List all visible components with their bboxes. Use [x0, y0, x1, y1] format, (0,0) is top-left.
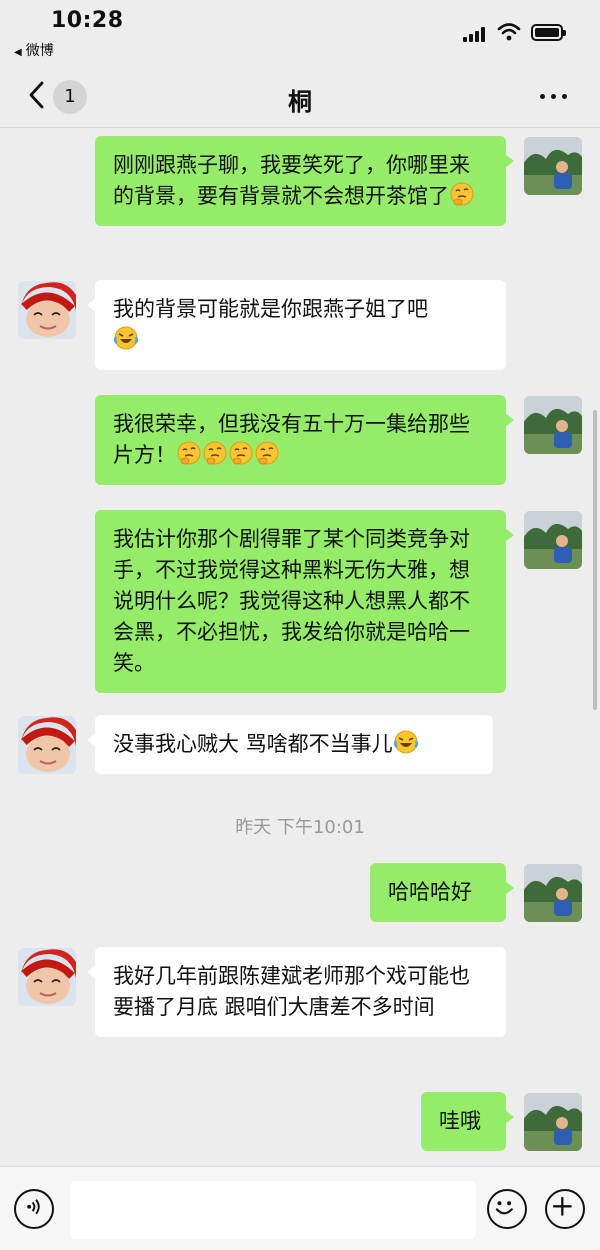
my-avatar[interactable]	[524, 511, 582, 569]
crying-laughing-emoji-icon	[113, 325, 139, 351]
message-text: 刚刚跟燕子聊，我要笑死了，你哪里来的背景，要有背景就不会想开茶馆了	[113, 153, 470, 208]
message-input[interactable]	[70, 1181, 476, 1239]
crying-laughing-emoji-icon	[393, 729, 418, 755]
message-text: 哇哦	[439, 1109, 481, 1133]
back-to-app-link[interactable]: ◀ 微博	[14, 40, 54, 60]
scroll-indicator[interactable]	[593, 410, 597, 710]
message-text: 没事我心贼大 骂啥都不当事儿	[113, 732, 393, 756]
message-text: 我的背景可能就是你跟燕子姐了吧	[113, 297, 428, 321]
my-avatar[interactable]	[524, 1093, 582, 1151]
wifi-icon	[497, 23, 521, 41]
back-triangle-icon: ◀	[14, 47, 22, 58]
plus-icon[interactable]	[545, 1189, 585, 1229]
my-avatar[interactable]	[524, 396, 582, 454]
battery-icon	[531, 24, 566, 41]
message-bubble-sent[interactable]: 我很荣幸，但我没有五十万一集给那些片方！	[95, 395, 514, 485]
thinking-emoji-icon	[203, 441, 227, 465]
message-bubble-received[interactable]: 没事我心贼大 骂啥都不当事儿	[87, 715, 493, 774]
message-text: 我好几年前跟陈建斌老师那个戏可能也要播了月底 跟咱们大唐差不多时间	[113, 964, 470, 1019]
contact-avatar[interactable]	[18, 948, 76, 1006]
message-timestamp: 昨天 下午10:01	[235, 817, 365, 838]
message-bubble-received[interactable]: 我好几年前跟陈建斌老师那个戏可能也要播了月底 跟咱们大唐差不多时间	[87, 947, 506, 1037]
input-bar	[0, 1166, 600, 1250]
thinking-emoji-icon	[229, 441, 253, 465]
message-text: 我估计你那个剧得罪了某个同类竞争对手，不过我觉得这种黑料无伤大雅，想说明什么呢？…	[113, 527, 470, 675]
more-icon[interactable]	[540, 94, 568, 100]
chat-header: 1 桐	[0, 62, 600, 128]
message-bubble-sent[interactable]: 刚刚跟燕子聊，我要笑死了，你哪里来的背景，要有背景就不会想开茶馆了	[95, 136, 514, 226]
cellular-signal-icon	[463, 26, 489, 42]
message-bubble-sent[interactable]: 哈哈哈好	[370, 863, 514, 922]
thinking-emoji-icon	[177, 441, 201, 465]
back-app-label: 微博	[25, 43, 54, 59]
my-avatar[interactable]	[524, 864, 582, 922]
status-bar: 10:28 ◀ 微博	[0, 0, 600, 62]
my-avatar[interactable]	[524, 137, 582, 195]
emoji-icon[interactable]	[487, 1189, 527, 1229]
contact-avatar[interactable]	[18, 281, 76, 339]
thinking-emoji-icon	[450, 182, 474, 206]
thinking-emoji-icon	[255, 441, 279, 465]
message-bubble-received[interactable]: 我的背景可能就是你跟燕子姐了吧	[87, 280, 506, 370]
voice-icon[interactable]	[14, 1189, 54, 1229]
contact-avatar[interactable]	[18, 716, 76, 774]
message-text: 我很荣幸，但我没有五十万一集给那些片方！	[113, 412, 470, 467]
status-time: 10:28	[51, 8, 124, 33]
message-text: 哈哈哈好	[388, 880, 472, 904]
message-bubble-sent[interactable]: 我估计你那个剧得罪了某个同类竞争对手，不过我觉得这种黑料无伤大雅，想说明什么呢？…	[95, 510, 514, 693]
chat-title: 桐	[288, 88, 312, 116]
message-bubble-sent[interactable]: 哇哦	[421, 1092, 514, 1151]
